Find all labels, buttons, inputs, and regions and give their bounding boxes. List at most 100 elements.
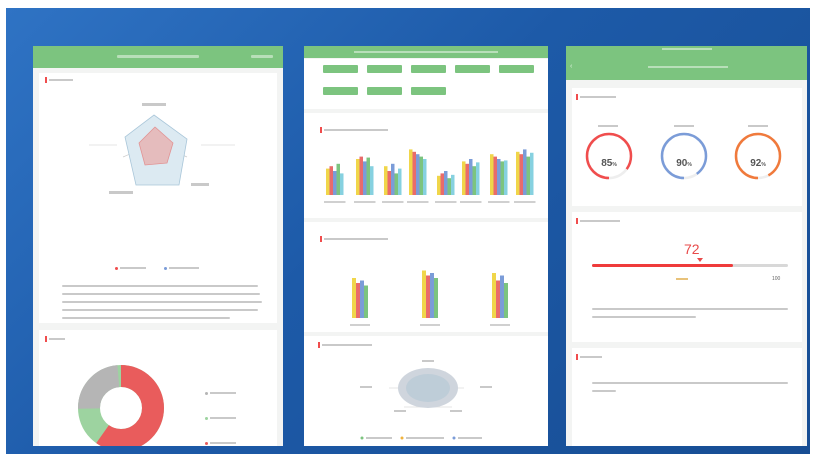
radar2-label [450,410,462,412]
bar-mark [430,273,434,318]
gauge-label [748,125,768,127]
filter-chip[interactable] [367,87,402,95]
filter-chip[interactable] [499,65,534,73]
radar2-legend-label [458,437,482,439]
bar-mark [437,175,441,195]
bar-category-label [407,201,429,203]
filter-chip[interactable] [323,65,358,73]
legend-red-label [120,267,146,269]
bar-category-label [350,324,370,326]
screen2-header-title [354,51,498,53]
bar-mark [336,163,340,195]
gauge-value-1: 85% [601,158,617,169]
bar-mark [497,159,501,195]
slider-max-label: 100 [772,276,781,282]
filter-chip[interactable] [367,65,402,73]
radar2-legend-dot [360,436,364,440]
bar-mark [363,161,367,195]
small-bar-title [320,236,388,243]
paragraph-line [592,316,696,318]
bar-mark [523,149,527,195]
gauge-group [585,132,782,180]
bar-mark [451,174,455,195]
screen-score-gauges: ‹ 85% 90% 92% 72 100 [566,46,807,446]
radar2-title [318,342,372,349]
screen1-header-action[interactable] [251,55,273,58]
paragraph-line [592,308,788,310]
bar-category-label [324,201,346,203]
bar-mark [447,178,451,195]
bar-mark [384,166,388,195]
donut-card-title [45,336,65,343]
gauge-card-title [576,94,616,101]
filter-chip[interactable] [411,65,446,73]
bar-mark [394,173,398,195]
radar2-card [304,336,548,446]
bar-mark [504,283,508,318]
back-arrow-icon[interactable]: ‹ [570,63,572,70]
paragraph-line [62,309,258,311]
bar-mark [364,285,368,318]
bar-mark [476,162,480,195]
paragraph-line [592,382,788,384]
bar-category-label [382,201,404,203]
radar-card-title [45,77,73,84]
gauge-label [674,125,694,127]
slider-fill [592,264,734,267]
small-bar-card [304,222,548,332]
gauge-value-2: 90% [676,158,692,169]
donut-legend-label [210,442,236,444]
bar-category-label [435,201,457,203]
radar-legend [115,257,200,275]
bar-mark [370,166,374,195]
bar-category-label [488,201,510,203]
bar-mark [504,160,508,195]
radar2-label [394,410,406,412]
small-bar-chart [350,270,510,326]
gauge-arc [660,132,708,180]
filter-chip[interactable] [323,87,358,95]
bar-mark [500,275,504,318]
bar-mark [398,168,402,195]
radar-label-right [191,183,209,186]
bar-mark [426,275,430,318]
radar2-legend-dot [452,436,456,440]
bar-mark [329,166,333,195]
bar-mark [356,283,360,318]
bar-mark [493,156,497,195]
radar2-label [422,360,434,362]
bar-mark [366,157,370,195]
radar2-legend-dot [400,436,404,440]
bar-mark [419,156,423,195]
donut-legend-label [210,392,236,394]
radar2-label [480,386,492,388]
slider-sub-label [676,278,688,280]
radar2-legend-label [406,437,444,439]
bar-mark [530,152,534,195]
screen3-header-title [648,66,728,68]
donut-legend-dot [205,392,208,395]
bar-mark [496,280,500,318]
slider-track[interactable] [592,264,788,267]
donut-legend [205,382,236,446]
screen1-header [33,46,283,68]
bar-mark [360,280,364,318]
radar-label-top [142,103,166,106]
bar-mark [359,156,363,195]
bar-mark [356,159,360,195]
gauge-label [598,125,618,127]
radar-label-left [109,191,133,194]
bar-mark [444,171,448,195]
slider-card-title [576,218,620,225]
filter-chip[interactable] [411,87,446,95]
bar-mark [416,154,420,195]
advice-card [572,348,802,446]
filter-chip[interactable] [455,65,490,73]
bar-mark [526,156,530,195]
bar-category-label [460,201,482,203]
gauge-arc [734,132,782,180]
paragraph-line [62,317,230,319]
bar-category-label [514,201,536,203]
bar-mark [519,154,523,195]
radar2-area-inner [406,374,450,402]
